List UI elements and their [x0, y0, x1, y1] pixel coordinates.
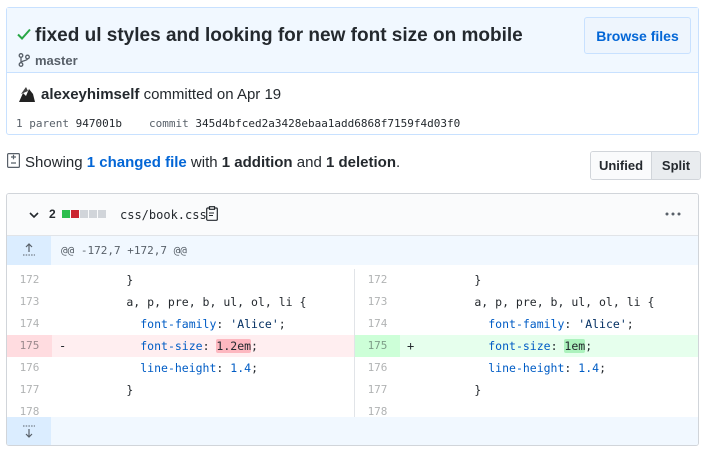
summary-suffix: .: [396, 154, 401, 171]
line-number-right[interactable]: 175: [355, 335, 400, 357]
diffstat-block: [98, 210, 106, 218]
code-right: }: [419, 273, 482, 287]
code-left: }: [71, 383, 134, 397]
addition-marker: +: [407, 339, 415, 353]
diff-summary: Showing 1 changed file with 1 addition a…: [25, 154, 400, 171]
line-number-right[interactable]: 173: [355, 291, 400, 313]
hunk-range: @@ -172,7 +172,7 @@: [61, 244, 187, 257]
code-left: line-height: 1.4;: [140, 361, 258, 375]
commit-label: commit: [149, 117, 196, 130]
summary-with: with: [186, 154, 222, 171]
file-diff-icon: [7, 153, 20, 168]
diff-line-left: 173 a, p, pre, b, ul, ol, li {: [7, 291, 354, 313]
diffstat-block: [89, 210, 97, 218]
diff-row: 177 } 177 }: [7, 379, 698, 401]
browse-files-button[interactable]: Browse files: [584, 17, 691, 54]
additions-count: 1 addition: [221, 154, 293, 171]
parent-info: 1 parent 947001b: [16, 117, 122, 130]
deletions-count: 1 deletion: [325, 154, 396, 171]
unified-view-button[interactable]: Unified: [591, 152, 652, 179]
diffstat-block: [62, 210, 70, 218]
commit-title-bar: fixed ul styles and looking for new font…: [7, 8, 698, 73]
summary-and: and: [292, 154, 326, 171]
commit-sha: 345d4bfced2a3428ebaa1add6868f7159f4d03f0: [195, 117, 461, 130]
split-view-button[interactable]: Split: [652, 152, 700, 179]
line-number-right[interactable]: 177: [355, 379, 400, 401]
line-number-right[interactable]: 174: [355, 313, 400, 335]
file-header: 2 css/book.css: [7, 194, 698, 236]
code-left: }: [71, 273, 134, 287]
line-number-right[interactable]: 176: [355, 357, 400, 379]
diff-line-right: 176 line-height: 1.4;: [354, 357, 698, 379]
diff-line-right: 173 a, p, pre, b, ul, ol, li {: [354, 291, 698, 313]
code-left: font-size: 1.2em;: [140, 339, 258, 353]
diff-row: 175- font-size: 1.2em; 175 + font-size: 1e…: [7, 335, 698, 357]
line-number-left[interactable]: 176: [7, 357, 52, 379]
code-left: a, p, pre, b, ul, ol, li {: [71, 295, 307, 309]
summary-prefix: Showing: [25, 154, 87, 171]
file-diff: 2 css/book.css @@ -172,7 +172,7 @@ 172 }…: [6, 193, 699, 446]
code-left: font-family: 'Alice';: [140, 317, 286, 331]
line-number-right[interactable]: 172: [355, 269, 400, 291]
check-icon: [17, 28, 31, 40]
diff-row: 174 font-family: 'Alice'; 174 font-family…: [7, 313, 698, 335]
diff-line-right: 172 }: [354, 269, 698, 291]
commit-info: commit 345d4bfced2a3428ebaa1add6868f7159…: [149, 117, 460, 130]
commit-header: fixed ul styles and looking for new font…: [6, 7, 699, 135]
expand-up-icon: [23, 243, 35, 256]
diff-line-right: 177 }: [354, 379, 698, 401]
branch-name[interactable]: master: [35, 53, 78, 68]
expand-down-button[interactable]: [7, 417, 51, 445]
diff-view-toggle: Unified Split: [590, 151, 701, 180]
diff-row: 176 line-height: 1.4; 176 line-height: 1.…: [7, 357, 698, 379]
diff-row: 173 a, p, pre, b, ul, ol, li {173 a, p, …: [7, 291, 698, 313]
expand-down-icon: [23, 425, 35, 438]
expand-up-button[interactable]: [7, 236, 51, 265]
diff-line-left: 172 }: [7, 269, 354, 291]
code-right: }: [419, 383, 482, 397]
diff-line-left: 176 line-height: 1.4;: [7, 357, 354, 379]
hunk-header: @@ -172,7 +172,7 @@: [7, 236, 698, 265]
diff-line-right: 174 font-family: 'Alice';: [354, 313, 698, 335]
committed-text: committed on Apr 19: [139, 86, 282, 103]
diff-line-left: 174 font-family: 'Alice';: [7, 313, 354, 335]
parent-label: 1 parent: [16, 117, 76, 130]
changed-files-link[interactable]: 1 changed file: [87, 154, 187, 171]
line-number-left[interactable]: 177: [7, 379, 52, 401]
line-number-left[interactable]: 172: [7, 269, 52, 291]
file-name[interactable]: css/book.css: [120, 208, 207, 222]
line-number-left[interactable]: 173: [7, 291, 52, 313]
diff-line-left: 177 }: [7, 379, 354, 401]
diffstat: [62, 210, 106, 218]
branch-icon: [18, 53, 30, 67]
code-right: font-size: 1em;: [488, 339, 593, 353]
kebab-menu-icon[interactable]: [665, 212, 681, 216]
diff-line-right: 175 + font-size: 1em;: [354, 335, 698, 357]
code-right: a, p, pre, b, ul, ol, li {: [419, 295, 655, 309]
diff-line-left: 175- font-size: 1.2em;: [7, 335, 354, 357]
commit-title: fixed ul styles and looking for new font…: [35, 25, 523, 46]
deletion-marker: -: [59, 339, 67, 353]
diffstat-block: [71, 210, 79, 218]
chevron-down-icon[interactable]: [29, 210, 39, 220]
diff-row: 172 } 172 }: [7, 269, 698, 291]
code-right: font-family: 'Alice';: [488, 317, 634, 331]
line-number-left[interactable]: 174: [7, 313, 52, 335]
line-number-left[interactable]: 175: [7, 335, 52, 357]
avatar[interactable]: [17, 84, 37, 104]
code-right: line-height: 1.4;: [488, 361, 606, 375]
file-change-count: 2: [49, 207, 56, 221]
diffstat-block: [80, 210, 88, 218]
clipboard-icon[interactable]: [206, 206, 218, 221]
parent-sha-link[interactable]: 947001b: [76, 117, 122, 130]
author-name[interactable]: alexeyhimself: [41, 86, 139, 103]
author-line: alexeyhimself committed on Apr 19: [41, 86, 281, 103]
expand-footer: [7, 417, 698, 445]
